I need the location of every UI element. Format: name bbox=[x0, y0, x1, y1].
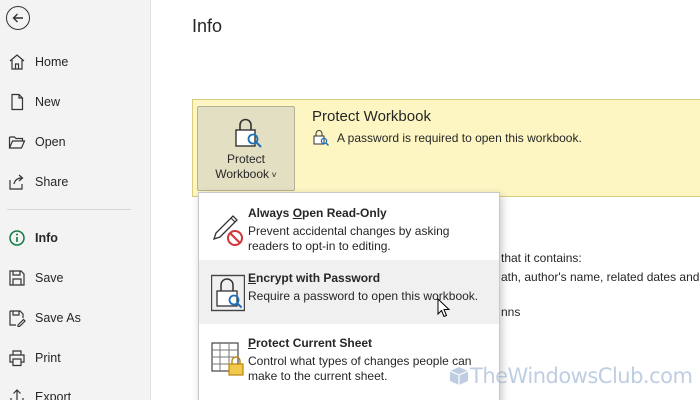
sidebar-item-save[interactable]: Save bbox=[0, 262, 151, 294]
page-title: Info bbox=[192, 16, 223, 36]
button-label-line1: Protect bbox=[226, 152, 265, 166]
sidebar-item-label: Open bbox=[35, 135, 66, 149]
background-text-line: nns bbox=[501, 305, 521, 319]
background-text-line: that it contains: bbox=[501, 251, 582, 265]
menu-item-always-open-read-only[interactable]: Always Open Read-Only Prevent accidental… bbox=[199, 195, 499, 259]
button-label-line2: Workbook bbox=[215, 167, 270, 181]
pencil-no-edit-icon bbox=[212, 215, 243, 246]
lock-key-icon bbox=[313, 130, 329, 146]
menu-item-description: Require a password to open this workbook… bbox=[248, 289, 479, 303]
sidebar-item-label: Home bbox=[35, 55, 69, 69]
chevron-down-icon: ˅ bbox=[269, 170, 277, 180]
title-text: ncrypt with Password bbox=[256, 271, 381, 285]
protect-workbook-button-label: Protect Workbook ˅ bbox=[198, 152, 294, 183]
menu-item-title: Encrypt with Password bbox=[248, 271, 380, 285]
lock-key-icon bbox=[235, 118, 262, 148]
new-document-icon bbox=[11, 93, 24, 111]
title-text: Always bbox=[248, 206, 293, 220]
sheet-lock-icon bbox=[211, 342, 244, 376]
sidebar-item-label: New bbox=[35, 95, 61, 109]
export-icon bbox=[10, 389, 24, 400]
sidebar-item-label: Share bbox=[35, 175, 69, 189]
info-icon bbox=[9, 230, 25, 246]
title-mnemonic: P bbox=[248, 336, 257, 350]
sidebar-item-info[interactable]: Info bbox=[0, 222, 151, 254]
sidebar-item-share[interactable]: Share bbox=[0, 166, 151, 198]
sidebar-item-label: Export bbox=[35, 390, 72, 400]
title-text: pen Read-Only bbox=[302, 206, 387, 220]
print-icon bbox=[9, 350, 25, 367]
watermark-logo-icon bbox=[449, 367, 469, 385]
backstage-sidebar: Home New Open Share Info Save Save As Pr… bbox=[0, 0, 151, 400]
save-as-icon bbox=[9, 310, 26, 327]
menu-item-title: Always Open Read-Only bbox=[248, 206, 387, 220]
folder-open-icon bbox=[8, 136, 26, 149]
sidebar-item-home[interactable]: Home bbox=[0, 46, 151, 78]
menu-item-title: Protect Current Sheet bbox=[248, 336, 372, 350]
sidebar-item-label: Info bbox=[35, 231, 58, 245]
menu-item-encrypt-with-password[interactable]: Encrypt with Password Require a password… bbox=[199, 260, 499, 324]
sidebar-item-export[interactable]: Export bbox=[0, 381, 151, 400]
sidebar-item-new[interactable]: New bbox=[0, 86, 151, 118]
back-arrow-icon[interactable] bbox=[6, 6, 30, 30]
protect-workbook-description: A password is required to open this work… bbox=[337, 131, 582, 145]
sidebar-divider bbox=[7, 209, 131, 210]
save-icon bbox=[9, 270, 25, 286]
sidebar-item-label: Print bbox=[35, 351, 61, 365]
protect-workbook-button[interactable]: Protect Workbook ˅ bbox=[197, 106, 295, 191]
title-text: rotect Current Sheet bbox=[256, 336, 373, 350]
share-icon bbox=[9, 174, 24, 190]
sidebar-item-save-as[interactable]: Save As bbox=[0, 302, 151, 334]
lock-key-icon bbox=[211, 274, 245, 312]
home-icon bbox=[9, 54, 25, 70]
watermark-text: TheWindowsClub.com bbox=[470, 364, 693, 388]
sidebar-item-label: Save As bbox=[35, 311, 81, 325]
title-mnemonic: O bbox=[292, 206, 303, 220]
watermark: TheWindowsClub.com bbox=[448, 364, 693, 388]
background-text-line: ath, author's name, related dates and a bbox=[501, 270, 700, 284]
menu-item-description: Prevent accidental changes by asking rea… bbox=[248, 224, 450, 253]
sidebar-item-label: Save bbox=[35, 271, 64, 285]
sidebar-item-open[interactable]: Open bbox=[0, 126, 151, 158]
sidebar-item-print[interactable]: Print bbox=[0, 342, 151, 374]
protect-workbook-title: Protect Workbook bbox=[312, 108, 431, 125]
title-mnemonic: E bbox=[248, 271, 257, 285]
mouse-cursor-icon bbox=[437, 298, 451, 318]
